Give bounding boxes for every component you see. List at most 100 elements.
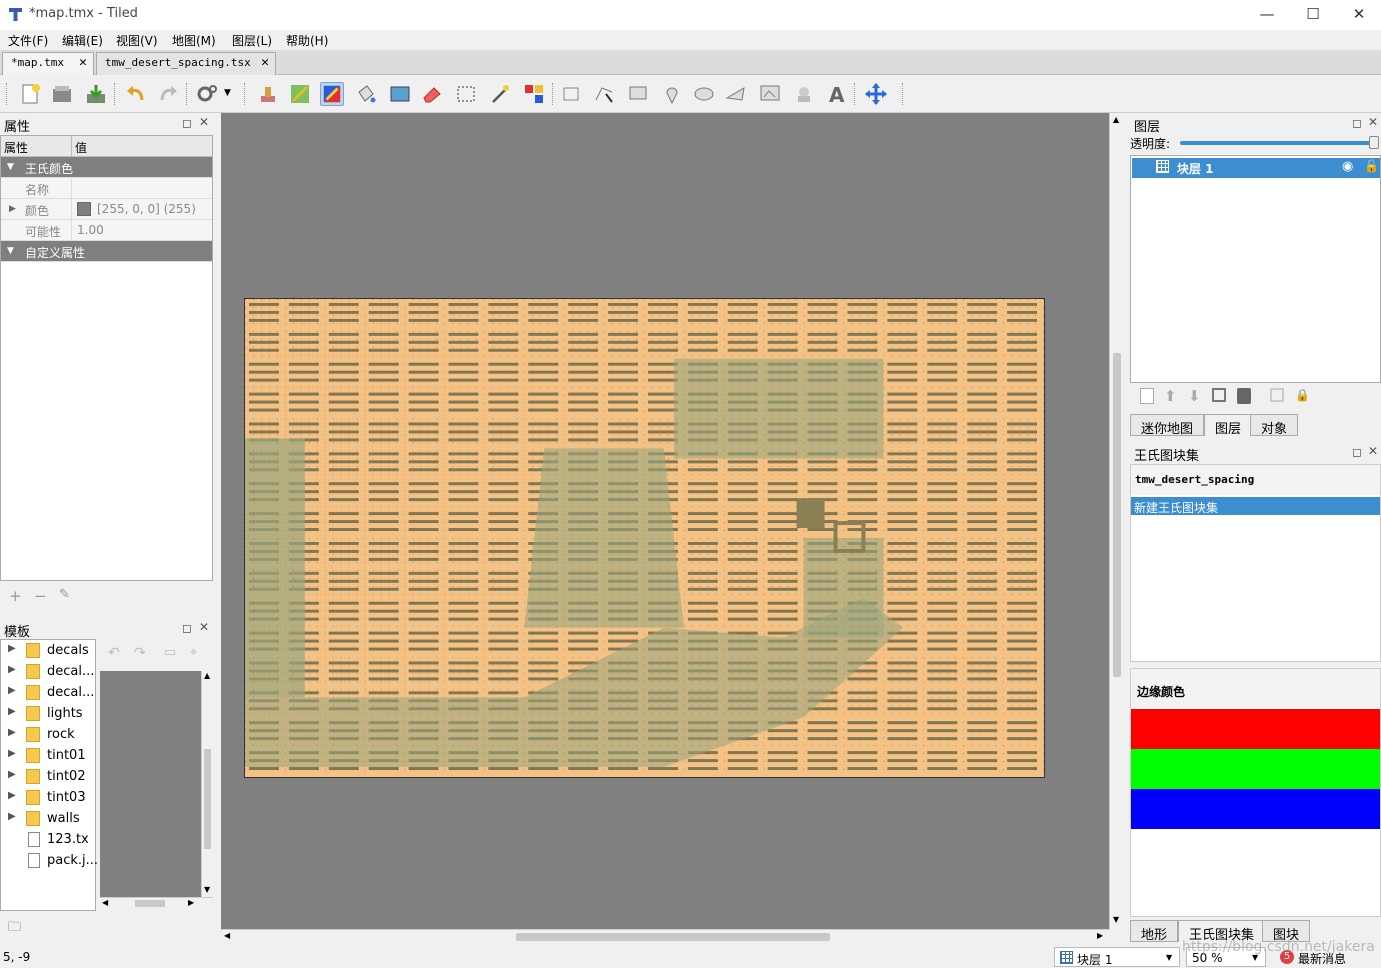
undo-icon[interactable] [124, 82, 148, 106]
undo-icon[interactable]: ↶ [108, 645, 120, 661]
expand-arrow-icon[interactable]: ▶ [8, 643, 16, 654]
edge-color-red[interactable] [1131, 709, 1380, 749]
tree-item[interactable]: 123.tx [1, 829, 95, 850]
select-objects-icon[interactable] [560, 82, 584, 106]
expand-arrow-icon[interactable]: ▶ [9, 204, 16, 214]
close-button[interactable]: ✕ [1336, 0, 1381, 30]
menu-layer[interactable]: 图层(L) [232, 32, 272, 49]
commands-gear-icon[interactable] [196, 82, 220, 106]
expand-arrow-icon[interactable]: ▶ [8, 790, 16, 801]
menu-map[interactable]: 地图(M) [172, 32, 216, 49]
scroll-right-arrow-icon[interactable]: ▶ [1097, 931, 1103, 940]
custom-properties-section[interactable]: ▼ 自定义属性 [1, 241, 212, 262]
bucket-fill-icon[interactable] [354, 82, 378, 106]
template-vertical-scrollbar[interactable]: ▲ ▼ [201, 671, 213, 897]
close-tab-icon[interactable]: ✕ [79, 55, 87, 70]
new-layer-icon[interactable] [1140, 388, 1154, 404]
opacity-slider-handle[interactable] [1369, 136, 1379, 149]
menu-view[interactable]: 视图(V) [116, 32, 158, 49]
lock-layer-icon[interactable]: 🔒 [1295, 388, 1310, 402]
scroll-thumb[interactable] [1113, 353, 1121, 677]
insert-point-icon[interactable] [660, 82, 684, 106]
map-horizontal-scrollbar[interactable]: ◀ ▶ [221, 929, 1109, 943]
new-wang-set-item[interactable]: 新建王氏图块集 [1131, 497, 1380, 515]
expand-arrow-icon[interactable]: ▶ [8, 664, 16, 675]
expand-arrow-icon[interactable]: ▶ [8, 685, 16, 696]
scroll-down-arrow-icon[interactable]: ▼ [204, 885, 210, 894]
menu-file[interactable]: 文件(F) [8, 32, 48, 49]
magic-wand-icon[interactable] [488, 82, 512, 106]
tab-map-tmx[interactable]: *map.tmx ✕ [2, 52, 94, 75]
tree-item[interactable]: ▶ rock [1, 724, 95, 745]
template-preview-canvas[interactable] [100, 671, 201, 897]
opacity-slider[interactable] [1180, 141, 1373, 145]
close-panel-icon[interactable]: ✕ [1368, 115, 1378, 129]
property-value[interactable]: 1.00 [77, 223, 104, 237]
delete-layer-icon[interactable] [1237, 388, 1251, 404]
insert-tile-icon[interactable] [758, 82, 782, 106]
edit-polygons-icon[interactable] [592, 82, 616, 106]
lower-layer-icon[interactable]: ⬇ [1188, 387, 1201, 405]
scroll-up-arrow-icon[interactable]: ▲ [1113, 115, 1119, 124]
rectangle-select-icon[interactable] [454, 82, 478, 106]
tree-item[interactable]: ▶ decal... [1, 661, 95, 682]
float-panel-icon[interactable]: ◻ [182, 621, 192, 635]
expand-arrow-icon[interactable]: ▶ [8, 706, 16, 717]
edit-polygons-icon[interactable]: ⌖ [190, 645, 197, 660]
scroll-thumb[interactable] [135, 900, 165, 907]
expand-arrow-icon[interactable]: ▶ [8, 811, 16, 822]
close-panel-icon[interactable]: ✕ [1368, 444, 1378, 458]
tree-item[interactable]: ▶ decal... [1, 682, 95, 703]
edge-color-blue[interactable] [1131, 789, 1380, 829]
collapse-arrow-icon[interactable]: ▼ [7, 246, 14, 256]
tree-item[interactable]: ▶ tint01 [1, 745, 95, 766]
visibility-eye-icon[interactable]: ◉ [1342, 159, 1353, 174]
stamp-brush-icon[interactable] [256, 82, 280, 106]
expand-arrow-icon[interactable]: ▶ [8, 748, 16, 759]
tree-item[interactable]: ▶ walls [1, 808, 95, 829]
float-panel-icon[interactable]: ◻ [1352, 445, 1362, 459]
scroll-thumb[interactable] [204, 749, 211, 849]
scroll-right-arrow-icon[interactable]: ▶ [188, 898, 194, 907]
remove-property-icon[interactable]: − [34, 587, 47, 605]
property-row-color[interactable]: ▶ 颜色 [255, 0, 0] (255) [1, 199, 212, 220]
eraser-icon[interactable] [420, 82, 444, 106]
insert-ellipse-icon[interactable] [692, 82, 716, 106]
tab-objects[interactable]: 对象 [1250, 414, 1299, 437]
expand-arrow-icon[interactable]: ▶ [8, 727, 16, 738]
close-tab-icon[interactable]: ✕ [261, 55, 269, 70]
float-panel-icon[interactable]: ◻ [182, 116, 192, 130]
layer-combobox[interactable]: 块层 1 ▼ [1054, 947, 1180, 967]
insert-template-icon[interactable] [792, 82, 816, 106]
template-horizontal-scrollbar[interactable]: ◀ ▶ [100, 897, 213, 909]
shape-fill-icon[interactable] [388, 82, 412, 106]
tree-item[interactable]: ▶ tint03 [1, 787, 95, 808]
tree-item[interactable]: ▶ decals [1, 640, 95, 661]
tile-map-canvas[interactable] [244, 298, 1045, 778]
scroll-down-arrow-icon[interactable]: ▼ [1113, 915, 1119, 924]
raise-layer-icon[interactable]: ⬆ [1164, 387, 1177, 405]
wang-color-section[interactable]: ▼ 王氏颜色 [1, 157, 212, 178]
tab-minimap[interactable]: 迷你地图 [1130, 414, 1205, 437]
save-icon[interactable] [84, 82, 108, 106]
open-folder-icon[interactable]: 🗀 [8, 918, 21, 940]
minimize-button[interactable]: — [1244, 0, 1290, 30]
tree-item[interactable]: pack.j... [1, 850, 98, 871]
redo-icon[interactable] [156, 82, 180, 106]
terrain-brush-icon[interactable] [288, 82, 312, 106]
close-panel-icon[interactable]: ✕ [199, 115, 209, 129]
tree-item[interactable]: ▶ tint02 [1, 766, 95, 787]
lock-icon[interactable]: 🔓 [1364, 159, 1379, 173]
merge-layer-icon[interactable] [1270, 388, 1284, 402]
insert-text-icon[interactable]: A [824, 82, 848, 106]
close-panel-icon[interactable]: ✕ [199, 620, 209, 634]
duplicate-layer-icon[interactable] [1212, 388, 1226, 402]
wang-brush-icon[interactable] [320, 82, 344, 106]
tileset-header[interactable]: tmw_desert_spacing [1131, 465, 1380, 495]
map-vertical-scrollbar[interactable]: ▲ ▼ [1109, 113, 1124, 930]
move-arrows-icon[interactable] [864, 82, 888, 106]
collapse-arrow-icon[interactable]: ▼ [7, 162, 14, 172]
scroll-up-arrow-icon[interactable]: ▲ [204, 671, 210, 680]
chevron-down-icon[interactable]: ▼ [1166, 953, 1172, 962]
color-swatch[interactable] [77, 202, 91, 216]
